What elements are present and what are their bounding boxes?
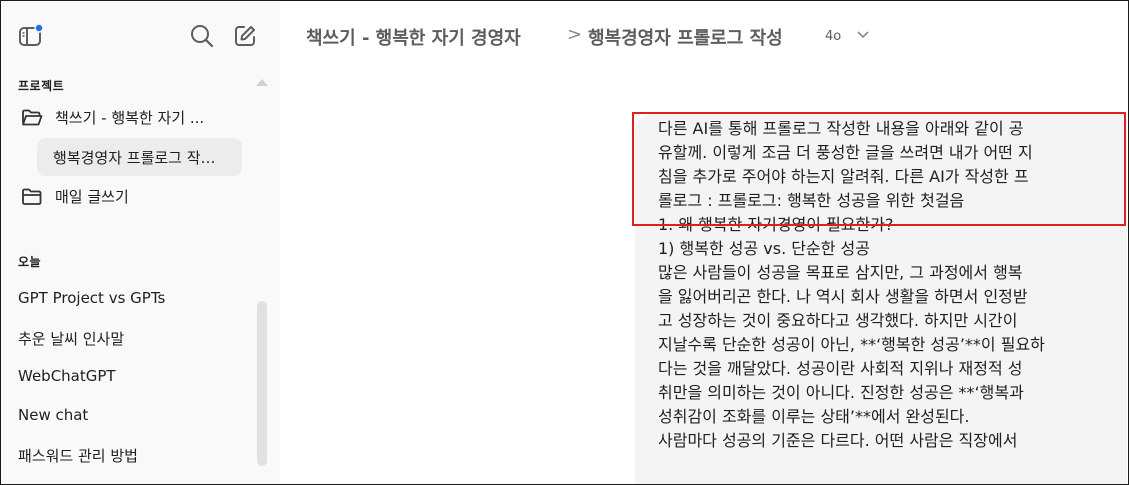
message-line: 취만을 의미하는 것이 아니다. 진정한 성공은 **‘행복과 — [658, 383, 1024, 402]
project-item-label: 책쓰기 - 행복한 자기 ... — [55, 109, 205, 127]
message-line: 많은 사람들이 성공을 목표로 삼지만, 그 과정에서 행복 — [658, 263, 1023, 282]
folder-open-icon — [21, 109, 43, 131]
sidebar-toggle-icon[interactable] — [18, 24, 44, 48]
message-line: 지날수록 단순한 성공이 아닌, **‘행복한 성공’**이 필요하 — [658, 335, 1045, 354]
chat-item[interactable]: New chat — [18, 406, 88, 424]
message-line: 다는 것을 깨달았다. 성공이란 사회적 지위나 재정적 성 — [658, 359, 1023, 378]
chat-item[interactable]: WebChatGPT — [18, 367, 116, 385]
project-item-book[interactable]: 책쓰기 - 행복한 자기 ... — [9, 98, 241, 136]
model-label[interactable]: 4o — [825, 29, 841, 44]
sidebar: 프로젝트 책쓰기 - 행복한 자기 ... 행복경영자 프롤로그 작… 매일 글… — [1, 1, 280, 484]
today-heading: 오늘 — [18, 255, 42, 269]
projects-heading: 프로젝트 — [18, 79, 65, 93]
project-chat-prologue[interactable]: 행복경영자 프롤로그 작… — [37, 138, 242, 176]
project-item-daily-writing[interactable]: 매일 글쓰기 — [9, 177, 241, 215]
highlight-box — [632, 112, 1126, 226]
scroll-up-arrow[interactable] — [256, 79, 268, 86]
sidebar-scrollbar[interactable] — [257, 301, 267, 466]
message-line: 성취감이 조화를 이루는 상태’**에서 완성된다. — [658, 407, 970, 426]
message-line: 사람마다 성공의 기준은 다르다. 어떤 사람은 직장에서 — [658, 431, 1018, 450]
message-line: 고 성장하는 것이 중요하다고 생각했다. 하지만 시간이 — [658, 311, 1018, 330]
search-icon[interactable] — [190, 24, 214, 48]
chat-item[interactable]: 패스워드 관리 방법 — [18, 445, 138, 466]
project-item-label: 매일 글쓰기 — [55, 188, 129, 206]
breadcrumb-project[interactable]: 책쓰기 - 행복한 자기 경영자 — [306, 24, 521, 50]
project-chat-label: 행복경영자 프롤로그 작… — [53, 149, 216, 167]
notification-dot — [34, 24, 44, 33]
chat-title[interactable]: 행복경영자 프롤로그 작성 — [588, 24, 783, 50]
chat-item[interactable]: GPT Project vs GPTs — [18, 289, 165, 307]
chat-item[interactable]: 추운 날씨 인사말 — [18, 328, 124, 349]
message-line: 을 잃어버리곤 한다. 나 역시 회사 생활을 하면서 인정받 — [658, 287, 1028, 306]
message-line: 1) 행복한 성공 vs. 단순한 성공 — [658, 239, 870, 258]
app-window: 프로젝트 책쓰기 - 행복한 자기 ... 행복경영자 프롤로그 작… 매일 글… — [0, 0, 1129, 485]
chevron-down-icon[interactable] — [856, 30, 870, 40]
edit-icon[interactable] — [233, 24, 257, 48]
folder-icon — [21, 188, 43, 210]
breadcrumb-separator: > — [567, 24, 583, 45]
